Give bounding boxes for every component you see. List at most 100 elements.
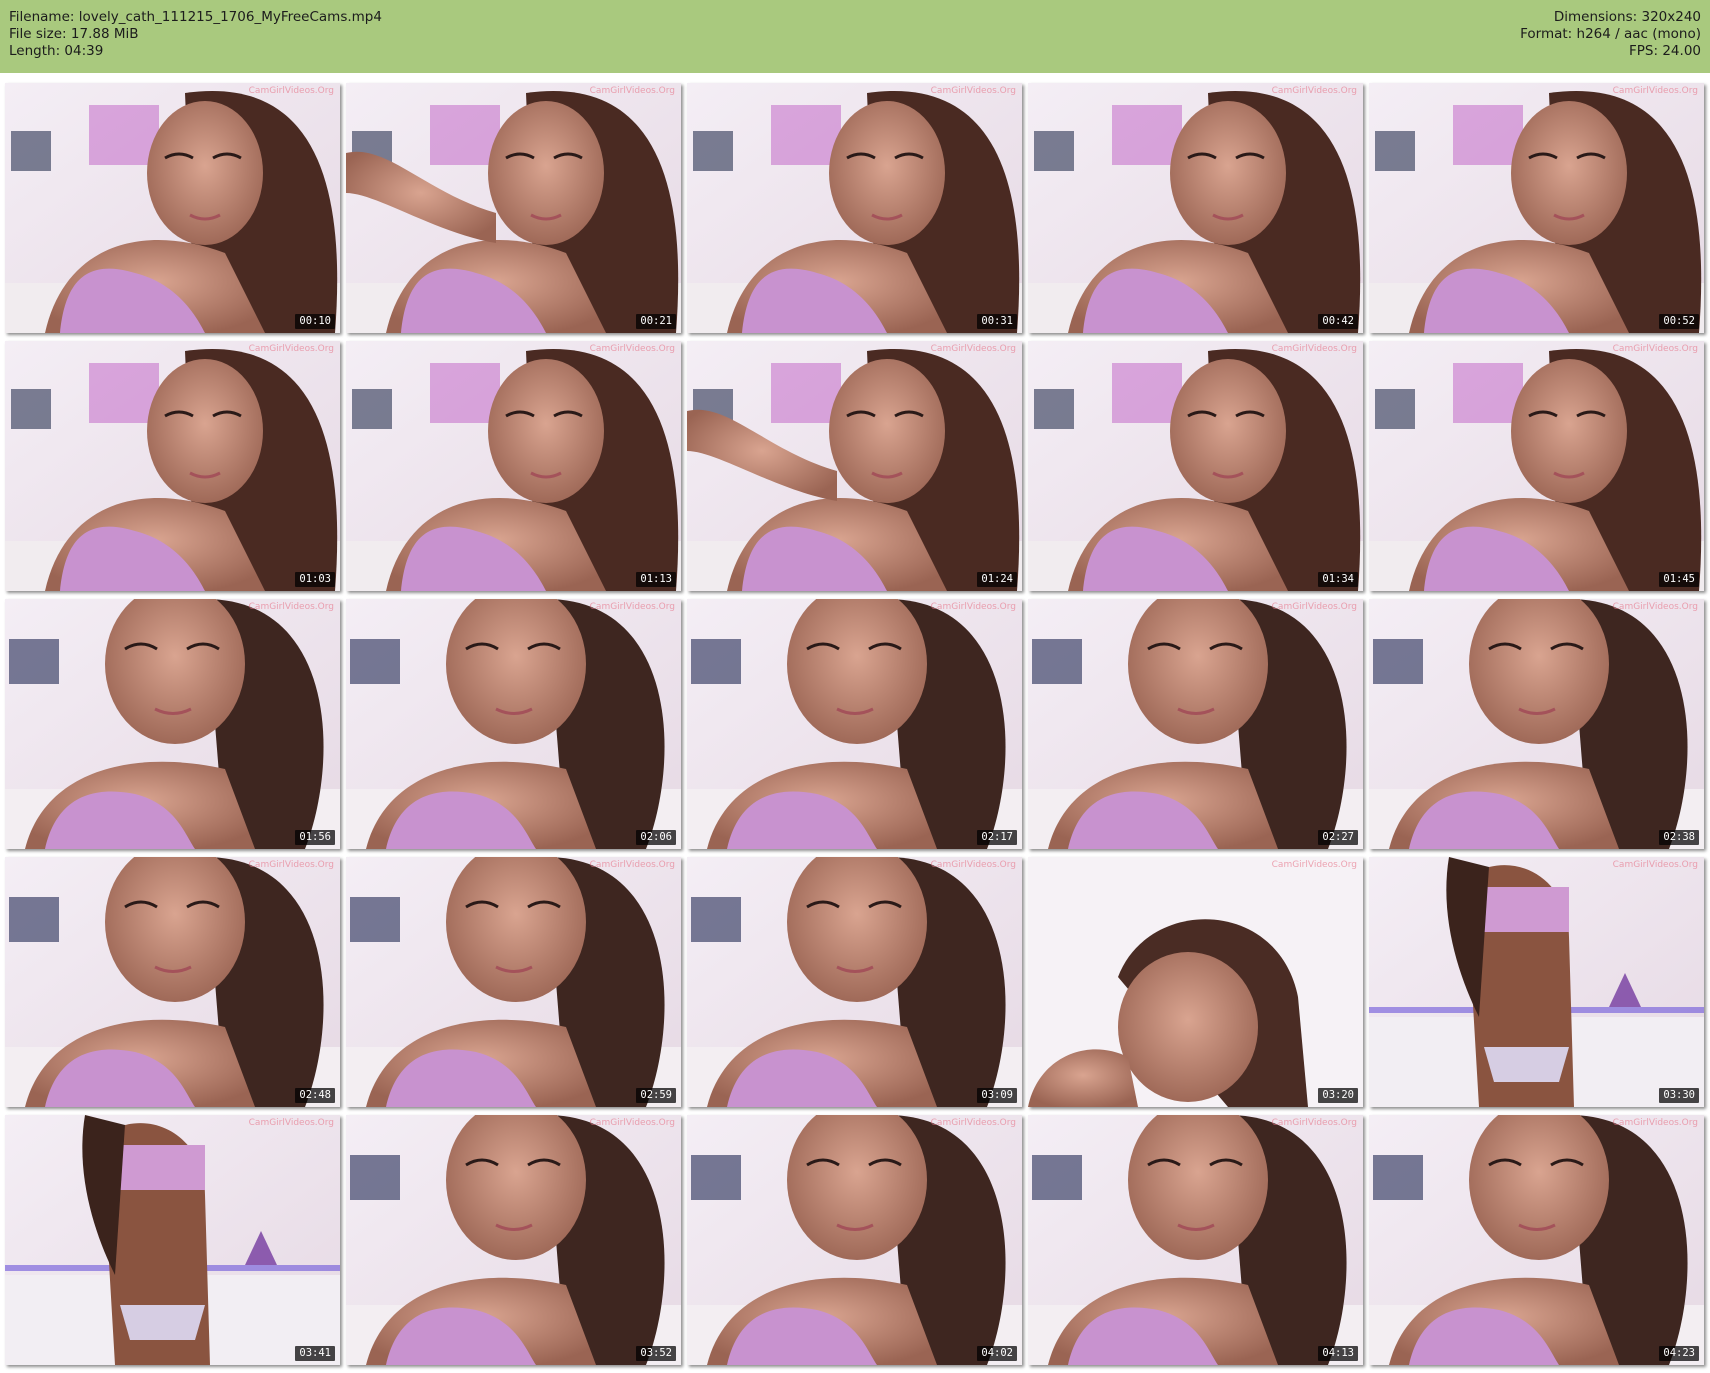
video-thumbnail: CamGirlVideos.Org 03:52 (346, 1115, 681, 1365)
video-frame-image (1028, 857, 1363, 1107)
watermark-text: CamGirlVideos.Org (1612, 860, 1698, 870)
video-frame-image (1028, 599, 1363, 849)
fps-line: FPS: 24.00 (1629, 43, 1701, 59)
watermark-text: CamGirlVideos.Org (589, 602, 675, 612)
watermark-text: CamGirlVideos.Org (589, 86, 675, 96)
video-thumbnail: CamGirlVideos.Org 01:13 (346, 341, 681, 591)
thumbnail-timestamp: 03:09 (977, 1088, 1017, 1103)
video-thumbnail: CamGirlVideos.Org 01:56 (5, 599, 340, 849)
thumbnail-timestamp: 01:56 (295, 830, 335, 845)
thumbnail-timestamp: 02:59 (636, 1088, 676, 1103)
thumbnail-timestamp: 02:06 (636, 830, 676, 845)
video-thumbnail: CamGirlVideos.Org 02:59 (346, 857, 681, 1107)
watermark-text: CamGirlVideos.Org (589, 344, 675, 354)
thumbnail-timestamp: 01:24 (977, 572, 1017, 587)
video-thumbnail: CamGirlVideos.Org 03:20 (1028, 857, 1363, 1107)
video-frame-image (346, 83, 681, 333)
watermark-text: CamGirlVideos.Org (930, 860, 1016, 870)
video-thumbnail: CamGirlVideos.Org 04:23 (1369, 1115, 1704, 1365)
watermark-text: CamGirlVideos.Org (930, 86, 1016, 96)
thumbnail-timestamp: 02:48 (295, 1088, 335, 1103)
video-thumbnail: CamGirlVideos.Org 02:17 (687, 599, 1022, 849)
video-frame-image (346, 341, 681, 591)
watermark-text: CamGirlVideos.Org (248, 860, 334, 870)
video-frame-image (346, 1115, 681, 1365)
watermark-text: CamGirlVideos.Org (1271, 1118, 1357, 1128)
video-thumbnail: CamGirlVideos.Org 02:48 (5, 857, 340, 1107)
watermark-text: CamGirlVideos.Org (589, 860, 675, 870)
watermark-text: CamGirlVideos.Org (589, 1118, 675, 1128)
video-thumbnail: CamGirlVideos.Org 02:38 (1369, 599, 1704, 849)
thumbnail-timestamp: 04:13 (1318, 1346, 1358, 1361)
video-thumbnail: CamGirlVideos.Org 03:41 (5, 1115, 340, 1365)
video-frame-image (1028, 341, 1363, 591)
file-info-left: Filename: lovely_cath_111215_1706_MyFree… (9, 9, 382, 60)
watermark-text: CamGirlVideos.Org (1612, 602, 1698, 612)
thumbnail-timestamp: 03:52 (636, 1346, 676, 1361)
watermark-text: CamGirlVideos.Org (930, 344, 1016, 354)
thumbnail-timestamp: 02:27 (1318, 830, 1358, 845)
thumbnail-timestamp: 01:45 (1659, 572, 1699, 587)
watermark-text: CamGirlVideos.Org (1271, 860, 1357, 870)
dimensions-line: Dimensions: 320x240 (1553, 9, 1701, 25)
video-frame-image (1028, 1115, 1363, 1365)
info-header: Filename: lovely_cath_111215_1706_MyFree… (0, 0, 1710, 73)
video-thumbnail: CamGirlVideos.Org 04:13 (1028, 1115, 1363, 1365)
thumbnail-timestamp: 00:52 (1659, 314, 1699, 329)
video-frame-image (1028, 83, 1363, 333)
watermark-text: CamGirlVideos.Org (1271, 344, 1357, 354)
video-thumbnail: CamGirlVideos.Org 00:31 (687, 83, 1022, 333)
thumbnail-timestamp: 00:42 (1318, 314, 1358, 329)
video-thumbnail: CamGirlVideos.Org 02:06 (346, 599, 681, 849)
filename-line: Filename: lovely_cath_111215_1706_MyFree… (9, 9, 382, 25)
video-frame-image (5, 1115, 340, 1365)
video-thumbnail: CamGirlVideos.Org 00:42 (1028, 83, 1363, 333)
watermark-text: CamGirlVideos.Org (1612, 1118, 1698, 1128)
video-thumbnail: CamGirlVideos.Org 03:09 (687, 857, 1022, 1107)
video-frame-image (687, 83, 1022, 333)
video-frame-image (687, 857, 1022, 1107)
watermark-text: CamGirlVideos.Org (930, 602, 1016, 612)
thumbnail-timestamp: 02:38 (1659, 830, 1699, 845)
thumbnail-timestamp: 00:10 (295, 314, 335, 329)
video-frame-image (346, 599, 681, 849)
video-frame-image (5, 599, 340, 849)
watermark-text: CamGirlVideos.Org (930, 1118, 1016, 1128)
watermark-text: CamGirlVideos.Org (248, 602, 334, 612)
thumbnail-timestamp: 03:41 (295, 1346, 335, 1361)
length-line: Length: 04:39 (9, 43, 104, 59)
thumbnail-timestamp: 00:21 (636, 314, 676, 329)
thumbnail-timestamp: 01:03 (295, 572, 335, 587)
thumbnail-timestamp: 04:23 (1659, 1346, 1699, 1361)
video-frame-image (687, 1115, 1022, 1365)
video-frame-image (1369, 599, 1704, 849)
video-frame-image (1369, 341, 1704, 591)
video-thumbnail: CamGirlVideos.Org 00:21 (346, 83, 681, 333)
thumbnail-grid: CamGirlVideos.Org 00:10 CamGirlVideos.Org 0… (5, 83, 1704, 1365)
thumbnail-timestamp: 04:02 (977, 1346, 1017, 1361)
thumbnail-timestamp: 02:17 (977, 830, 1017, 845)
video-thumbnail: CamGirlVideos.Org 01:45 (1369, 341, 1704, 591)
video-thumbnail: CamGirlVideos.Org 01:24 (687, 341, 1022, 591)
video-thumbnail: CamGirlVideos.Org 01:03 (5, 341, 340, 591)
video-frame-image (5, 341, 340, 591)
thumbnail-timestamp: 01:13 (636, 572, 676, 587)
thumbnail-timestamp: 03:30 (1659, 1088, 1699, 1103)
watermark-text: CamGirlVideos.Org (1271, 602, 1357, 612)
video-frame-image (687, 341, 1022, 591)
thumbnail-timestamp: 01:34 (1318, 572, 1358, 587)
watermark-text: CamGirlVideos.Org (248, 1118, 334, 1128)
video-frame-image (5, 83, 340, 333)
video-frame-image (687, 599, 1022, 849)
watermark-text: CamGirlVideos.Org (1271, 86, 1357, 96)
video-frame-image (5, 857, 340, 1107)
video-thumbnail: CamGirlVideos.Org 00:10 (5, 83, 340, 333)
thumbnail-timestamp: 00:31 (977, 314, 1017, 329)
video-thumbnail: CamGirlVideos.Org 00:52 (1369, 83, 1704, 333)
video-thumbnail: CamGirlVideos.Org 03:30 (1369, 857, 1704, 1107)
video-thumbnail: CamGirlVideos.Org 01:34 (1028, 341, 1363, 591)
watermark-text: CamGirlVideos.Org (248, 86, 334, 96)
watermark-text: CamGirlVideos.Org (248, 344, 334, 354)
format-line: Format: h264 / aac (mono) (1520, 26, 1701, 42)
video-frame-image (346, 857, 681, 1107)
